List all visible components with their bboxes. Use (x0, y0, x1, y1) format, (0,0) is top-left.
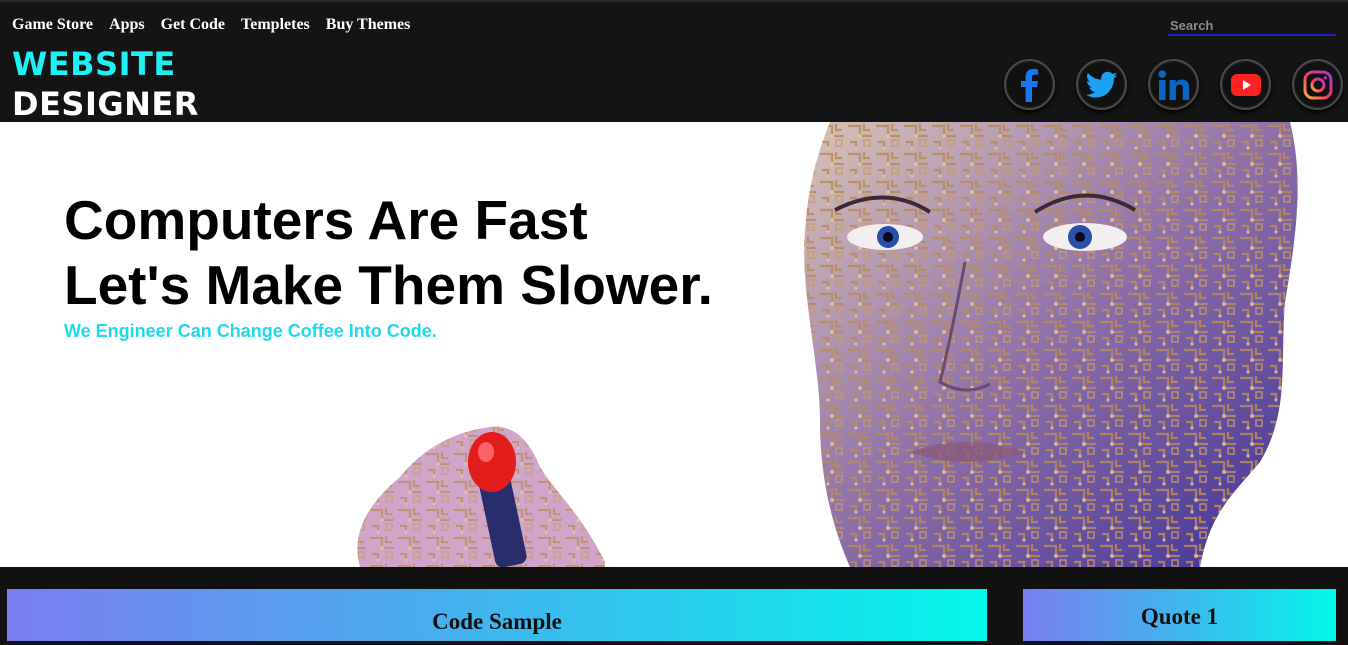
linkedin-link[interactable] (1148, 59, 1199, 110)
instagram-link[interactable] (1292, 59, 1343, 110)
nav-templetes[interactable]: Templetes (241, 16, 310, 34)
youtube-link[interactable] (1220, 59, 1271, 110)
facebook-link[interactable] (1004, 59, 1055, 110)
content-section: Code Sample Quote 1 (0, 567, 1348, 645)
site-logo[interactable]: WEBSITE DESIGNER (12, 44, 199, 124)
youtube-icon (1230, 73, 1261, 96)
circuit-face-image (804, 122, 1298, 567)
quote-title: Quote 1 (1140, 604, 1219, 629)
quote-card[interactable]: Quote 1 (1023, 589, 1336, 641)
top-nav: Game Store Apps Get Code Templetes Buy T… (12, 16, 410, 34)
social-links (1004, 59, 1343, 110)
hero-title-line-2: Let's Make Them Slower. (64, 254, 713, 316)
site-header: Game Store Apps Get Code Templetes Buy T… (0, 0, 1348, 124)
nav-game-store[interactable]: Game Store (12, 16, 93, 34)
nav-get-code[interactable]: Get Code (161, 16, 225, 34)
hero-title: Computers Are Fast Let's Make Them Slowe… (64, 188, 713, 318)
hero-subtitle: We Engineer Can Change Coffee Into Code. (64, 321, 437, 341)
facebook-icon (1020, 68, 1038, 102)
logo-line-website: WEBSITE (12, 45, 176, 83)
nav-apps[interactable]: Apps (109, 16, 145, 34)
hero-section: Computers Are Fast Let's Make Them Slowe… (0, 122, 1348, 567)
linkedin-icon (1157, 69, 1189, 100)
instagram-icon (1303, 70, 1332, 99)
search-input[interactable] (1168, 16, 1336, 36)
code-sample-title: Code Sample (432, 609, 562, 634)
hero-title-line-1: Computers Are Fast (64, 189, 588, 251)
twitter-link[interactable] (1076, 59, 1127, 110)
hand-with-pen-image (357, 426, 605, 567)
twitter-icon (1085, 71, 1117, 98)
nav-buy-themes[interactable]: Buy Themes (326, 16, 411, 34)
logo-line-designer: DESIGNER (12, 85, 199, 123)
code-sample-card[interactable]: Code Sample (7, 589, 987, 641)
